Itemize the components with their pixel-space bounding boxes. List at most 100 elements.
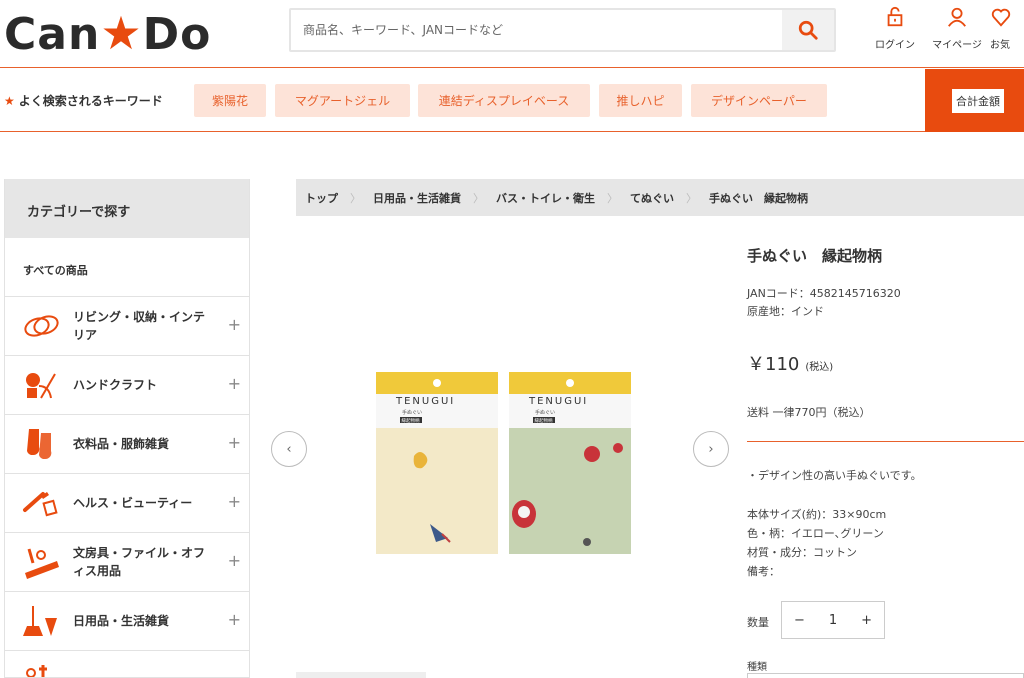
expand-plus-icon[interactable]: + — [228, 433, 241, 452]
expand-plus-icon[interactable]: + — [228, 551, 241, 570]
login-link[interactable]: ログイン — [867, 6, 923, 51]
breadcrumb-item[interactable]: てぬぐい — [630, 190, 674, 206]
gallery-prev-button[interactable]: ‹ — [271, 431, 307, 467]
sidebar-item-partial[interactable] — [5, 651, 249, 677]
keyword-title-text: よく検索されるキーワード — [18, 94, 163, 108]
expand-plus-icon[interactable]: + — [228, 492, 241, 511]
beauty-icon — [23, 492, 58, 517]
sidebar-item-label: ハンドクラフト — [73, 378, 158, 392]
mypage-link[interactable]: マイページ — [929, 6, 985, 51]
breadcrumb-item-current: 手ぬぐい 縁起物柄 — [709, 191, 808, 205]
breadcrumb-item[interactable]: トップ — [305, 190, 338, 206]
keyword-tag[interactable]: マグアートジェル — [275, 84, 410, 117]
spec-color: 色・柄：イエロー､グリーン — [747, 527, 884, 540]
user-icon — [929, 6, 985, 32]
heart-icon — [990, 6, 1024, 32]
search-box — [289, 8, 836, 52]
sidebar-item-clothing[interactable]: 衣料品・服飾雑貨 + — [5, 415, 249, 474]
living-icon — [24, 315, 59, 337]
spec-material: 材質・成分：コットン — [747, 546, 857, 559]
quantity-increment-button[interactable]: + — [861, 613, 872, 628]
product-image[interactable]: TENUGUI 手ぬぐい 縁起物柄 TENUGUI 手ぬぐい 縁起物柄 — [374, 372, 634, 556]
search-input[interactable] — [291, 10, 783, 50]
search-button[interactable] — [782, 10, 834, 50]
search-icon — [798, 20, 818, 40]
quantity-value[interactable]: 1 — [829, 613, 837, 628]
expand-plus-icon[interactable]: + — [228, 315, 241, 334]
product-origin: 原産地：インド — [747, 305, 824, 318]
product-price: ￥110 (税込) — [747, 350, 833, 376]
keyword-tag[interactable]: 推しハピ — [599, 84, 682, 117]
keyword-tag[interactable]: 連結ディスプレイベース — [418, 84, 590, 117]
sidebar-item-label: ヘルス・ビューティー — [73, 496, 193, 510]
spec-size: 本体サイズ(約)：33×90cm — [747, 508, 887, 521]
category-sidebar: カテゴリーで探す すべての商品 リビング・収納・インテリア + ハンドクラフト … — [4, 179, 250, 678]
thumbnail-strip[interactable] — [296, 672, 426, 678]
product-description: ・デザイン性の高い手ぬぐいです。 — [747, 469, 922, 482]
chevron-left-icon: ‹ — [286, 441, 292, 457]
cart-total-label: 合計金額 — [952, 89, 1004, 113]
sidebar-item-daily-goods[interactable]: 日用品・生活雑貨 + — [5, 592, 249, 651]
package-sub-text: 手ぬぐい — [535, 409, 555, 416]
star-icon: ★ — [4, 94, 15, 108]
daily-goods-icon — [23, 606, 57, 636]
stationery-icon — [25, 548, 59, 579]
sidebar-heading: カテゴリーで探す — [5, 179, 249, 238]
sidebar-item-label: リビング・収納・インテリア — [73, 310, 206, 342]
kind-select[interactable] — [747, 673, 1024, 678]
kind-label: 種類 — [747, 662, 767, 673]
sidebar-item-label: 衣料品・服飾雑貨 — [73, 437, 170, 451]
breadcrumb: トップ〉 日用品・生活雑貨〉 バス・トイレ・衛生〉 てぬぐい〉 手ぬぐい 縁起物… — [296, 179, 1024, 216]
quantity-label: 数量 — [747, 616, 769, 629]
breadcrumb-item[interactable]: バス・トイレ・衛生 — [496, 190, 595, 206]
favorites-label: お気 — [990, 40, 1010, 51]
breadcrumb-separator: 〉 — [473, 191, 484, 205]
mypage-label: マイページ — [932, 40, 982, 51]
handcraft-icon — [26, 373, 56, 399]
breadcrumb-item[interactable]: 日用品・生活雑貨 — [373, 190, 461, 206]
keyword-tag[interactable]: デザインペーパー — [691, 84, 827, 117]
expand-plus-icon[interactable]: + — [228, 610, 241, 629]
clothing-icon — [27, 429, 52, 460]
quantity-stepper: − 1 + — [781, 601, 885, 639]
sidebar-item-beauty[interactable]: ヘルス・ビューティー + — [5, 474, 249, 533]
tools-icon — [26, 665, 47, 677]
site-logo[interactable]: Can★Do — [4, 6, 211, 60]
price-tax-note: (税込) — [805, 362, 834, 373]
package-text: TENUGUI — [395, 396, 455, 407]
favorites-link[interactable]: お気 — [990, 6, 1024, 51]
sidebar-item-stationery[interactable]: 文房具・ファイル・オフィス用品 + — [5, 533, 249, 592]
login-label: ログイン — [875, 40, 915, 51]
breadcrumb-separator: 〉 — [686, 191, 697, 205]
spec-note: 備考： — [747, 565, 780, 578]
product-title: 手ぬぐい 縁起物柄 — [747, 247, 883, 265]
package-tag-text: 縁起物柄 — [402, 417, 420, 424]
package-tag-text: 縁起物柄 — [535, 417, 553, 424]
shipping-info: 送料 一律770円（税込） — [747, 406, 871, 419]
breadcrumb-separator: 〉 — [350, 191, 361, 205]
product-jan: JANコード：4582145716320 — [747, 287, 901, 300]
keyword-bar: ★ よく検索されるキーワード 紫陽花 マグアートジェル 連結ディスプレイベース 推… — [0, 69, 1024, 132]
sidebar-item-label: 文房具・ファイル・オフィス用品 — [73, 546, 206, 578]
keyword-title: ★ よく検索されるキーワード — [4, 92, 163, 109]
price-value: ￥110 — [747, 354, 800, 375]
lock-icon — [867, 6, 923, 32]
package-text: TENUGUI — [528, 396, 588, 407]
gallery-next-button[interactable]: › — [693, 431, 729, 467]
cart-total-box[interactable]: 合計金額 — [925, 69, 1024, 132]
expand-plus-icon[interactable]: + — [228, 374, 241, 393]
logo-star-icon: ★ — [100, 6, 143, 60]
breadcrumb-separator: 〉 — [607, 191, 618, 205]
package-sub-text: 手ぬぐい — [402, 409, 422, 416]
logo-text-do: Do — [142, 9, 212, 60]
sidebar-item-living[interactable]: リビング・収納・インテリア + — [5, 297, 249, 356]
keyword-tag[interactable]: 紫陽花 — [194, 84, 266, 117]
sidebar-item-handcraft[interactable]: ハンドクラフト + — [5, 356, 249, 415]
chevron-right-icon: › — [708, 441, 714, 457]
sidebar-item-label: 日用品・生活雑貨 — [73, 614, 170, 628]
sidebar-item-all[interactable]: すべての商品 — [5, 238, 249, 297]
info-divider — [747, 441, 1024, 442]
quantity-decrement-button[interactable]: − — [794, 613, 805, 628]
site-header: Can★Do ログイン マイページ お気 — [0, 0, 1024, 68]
logo-text-can: Can — [4, 9, 101, 60]
